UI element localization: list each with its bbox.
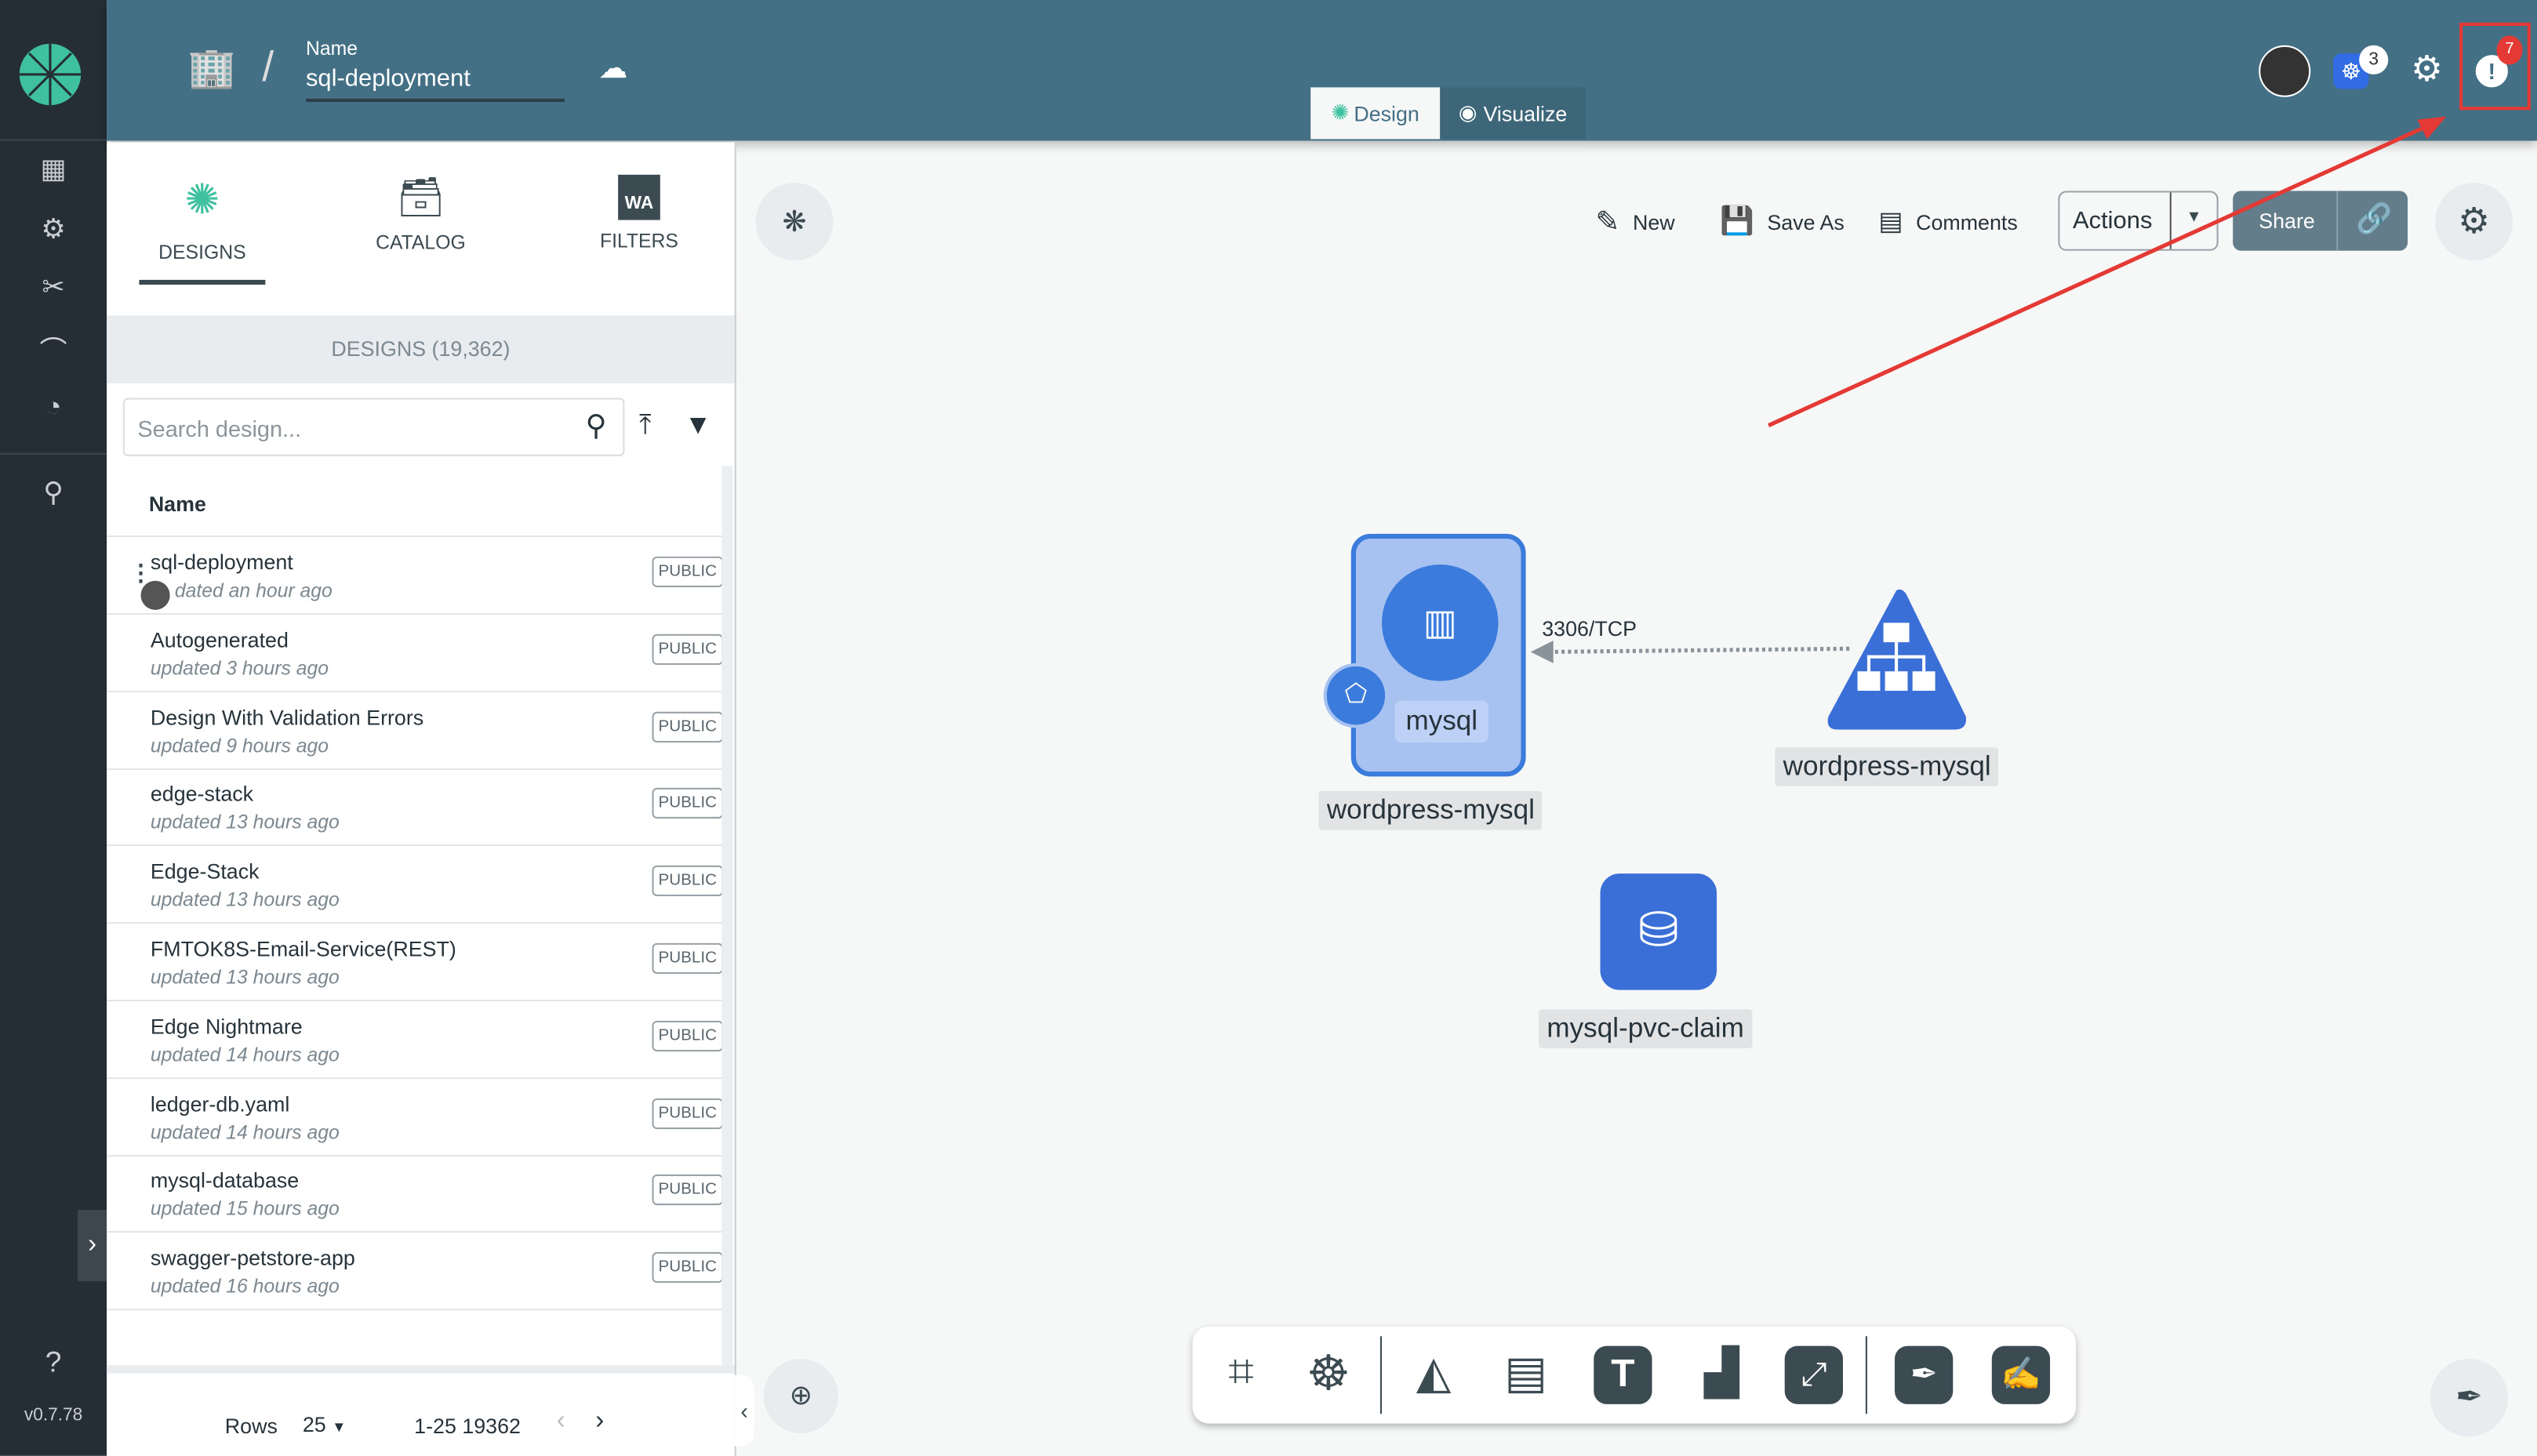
deployment-icon: ▥	[1381, 565, 1499, 681]
node-label[interactable]: mysql-pvc-claim	[1539, 1009, 1753, 1048]
text-tool-icon[interactable]: T	[1594, 1345, 1652, 1404]
node-label[interactable]: wordpress-mysql	[1775, 747, 2000, 786]
kubernetes-tool-icon[interactable]: ☸	[1299, 1346, 1358, 1404]
section-tool-icon[interactable]: ▟	[1692, 1346, 1750, 1404]
edge-label: 3306/TCP	[1542, 616, 1637, 641]
connector-tool-icon[interactable]: ⤢	[1784, 1345, 1843, 1404]
pod-icon: ⬠	[1323, 663, 1389, 728]
pen-tool-icon[interactable]: ✒	[1895, 1345, 1954, 1404]
pen-mode-icon[interactable]: ✒	[2430, 1359, 2508, 1437]
annotation-arrow	[1530, 116, 2447, 663]
node-inner-label: mysql	[1394, 700, 1489, 743]
comment-tool-icon[interactable]: ▤	[1496, 1346, 1554, 1404]
deployment-node[interactable]: ▥ mysql	[1350, 533, 1526, 777]
node-label[interactable]: wordpress-mysql	[1318, 790, 1543, 830]
service-edge	[1545, 646, 1850, 655]
pvc-node[interactable]: ⛁	[1600, 873, 1717, 990]
shapes-icon[interactable]: ◭	[1405, 1346, 1463, 1404]
components-icon[interactable]: ⌗	[1212, 1346, 1270, 1404]
freehand-tool-icon[interactable]: ✍	[1991, 1345, 2051, 1404]
service-node[interactable]	[1822, 587, 1971, 730]
zoom-in-icon[interactable]: ⊕	[763, 1359, 838, 1433]
